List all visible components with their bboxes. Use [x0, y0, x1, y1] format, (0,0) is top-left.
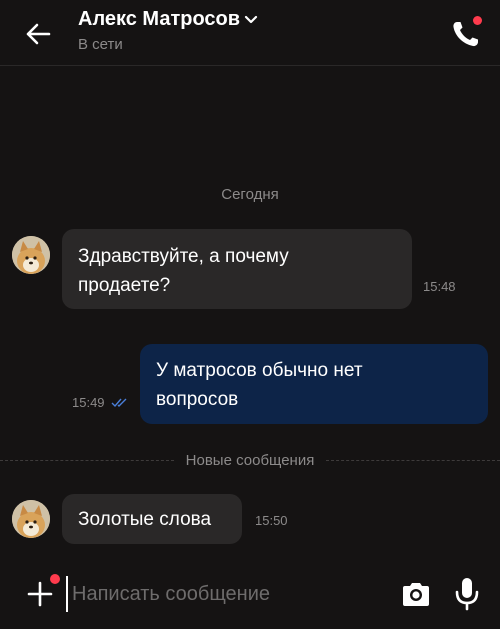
contact-name-button[interactable]: Алекс Матросов — [78, 8, 258, 31]
message-time: 15:49 — [72, 395, 105, 410]
message-bubble-incoming[interactable]: Золотые слова — [62, 494, 242, 544]
message-text: вопросов — [156, 389, 239, 410]
attach-button[interactable] — [24, 574, 60, 610]
divider — [326, 459, 500, 461]
message-bubble-outgoing[interactable]: У матросов обычно нет вопросов — [140, 344, 488, 424]
call-notification-dot — [473, 16, 482, 25]
voice-message-button[interactable] — [454, 576, 480, 612]
new-messages-separator: Новые сообщения — [0, 450, 500, 470]
message-composer — [0, 570, 500, 620]
message-time: 15:48 — [423, 279, 456, 294]
dog-avatar-image — [12, 500, 50, 538]
back-button[interactable] — [22, 18, 54, 50]
date-separator: Сегодня — [221, 186, 279, 203]
chevron-down-icon — [244, 15, 258, 23]
chat-header: Алекс Матросов В сети — [0, 0, 500, 66]
message-text: продаете? — [78, 275, 171, 296]
divider — [0, 459, 174, 461]
arrow-left-icon — [26, 23, 51, 45]
call-button[interactable] — [446, 14, 486, 54]
contact-status: В сети — [78, 36, 123, 53]
message-text: Золотые слова — [78, 509, 212, 530]
message-meta: 15:49 — [72, 395, 129, 410]
message-text: У матросов обычно нет — [156, 360, 363, 381]
contact-name: Алекс Матросов — [78, 8, 241, 30]
message-text: Здравствуйте, а почему — [78, 246, 289, 267]
message-bubble-incoming[interactable]: Здравствуйте, а почему продаете? — [62, 229, 412, 309]
camera-icon — [403, 583, 429, 606]
avatar[interactable] — [12, 236, 50, 274]
attach-notification-dot — [50, 574, 60, 584]
double-check-icon — [111, 398, 127, 407]
microphone-icon — [455, 578, 479, 611]
camera-button[interactable] — [400, 578, 432, 610]
message-input[interactable] — [66, 576, 386, 612]
message-time: 15:50 — [255, 513, 288, 528]
dog-avatar-image — [12, 236, 50, 274]
new-messages-label: Новые сообщения — [185, 451, 315, 469]
avatar[interactable] — [12, 500, 50, 538]
